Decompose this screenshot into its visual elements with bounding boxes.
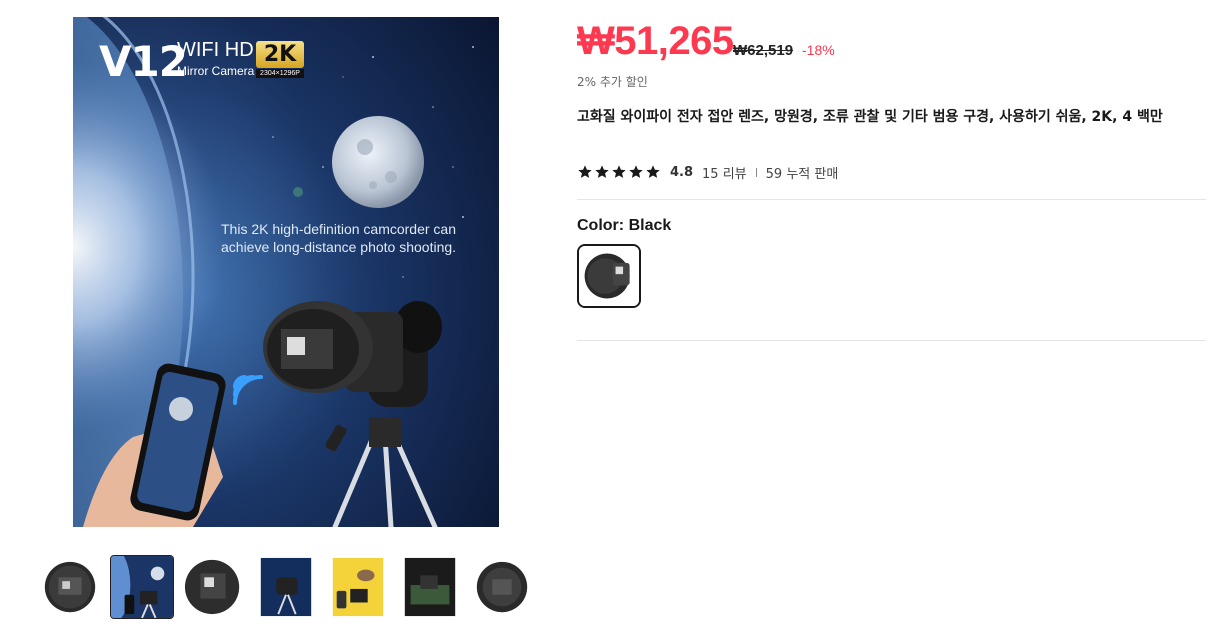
current-price: ₩51,265 (577, 19, 734, 63)
rating-value: 4.8 (670, 164, 694, 180)
thumb-night-scene[interactable] (398, 555, 462, 619)
original-price: ₩62,519 (733, 42, 794, 59)
sold-count: 59 누적 판매 (765, 166, 839, 182)
star-icon (578, 165, 592, 178)
resolution-badge: 2K (256, 41, 304, 68)
thumb-night-sky[interactable] (110, 555, 174, 619)
star-icon (629, 165, 643, 178)
image-tagline: This 2K high-definition camcorder can ac… (221, 221, 457, 255)
brand-logo: V12 (99, 37, 188, 86)
thumb-camera-front[interactable] (38, 555, 102, 619)
star-icon (646, 165, 660, 178)
thumb-tripod-blue[interactable] (254, 555, 318, 619)
thumb-camera-back[interactable] (470, 555, 534, 619)
main-product-photo (73, 17, 499, 527)
product-title: 고화질 와이파이 전자 접안 렌즈, 망원경, 조류 관찰 및 기타 범용 구경… (577, 109, 1163, 125)
discount-percent: -18% (802, 42, 835, 58)
brand-subline: Mirror Camera (177, 64, 255, 78)
color-selected-value: Black (628, 217, 672, 234)
thumb-bird-yellow[interactable] (326, 555, 390, 619)
rating-row: 4.8 15 리뷰 59 누적 판매 (577, 163, 839, 182)
resolution-label: 2304×1296P (256, 69, 304, 78)
review-count-link[interactable]: 15 리뷰 (702, 163, 747, 182)
main-product-image[interactable]: V12 WIFI HD Mirror Camera 2K 2304×1296P … (73, 17, 499, 527)
star-icon (595, 165, 609, 178)
color-label-key: Color (577, 217, 619, 234)
star-icon (612, 165, 626, 178)
color-label: Color: Black (577, 217, 672, 234)
divider (577, 340, 1206, 341)
brand-headline: WIFI HD (177, 39, 254, 61)
color-swatch-black[interactable] (577, 244, 641, 308)
divider (577, 199, 1206, 200)
separator (755, 167, 757, 177)
thumb-camera-side[interactable] (182, 555, 246, 619)
star-rating (577, 164, 661, 180)
extra-discount-label: 2% 추가 할인 (577, 75, 648, 89)
